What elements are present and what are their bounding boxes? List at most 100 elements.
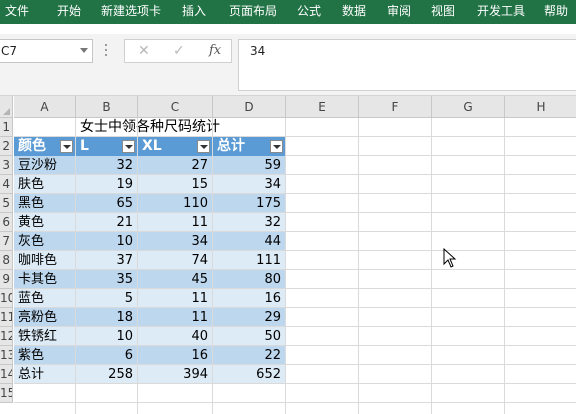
gridline-vertical (358, 118, 359, 414)
table-cell[interactable]: 黑色 (14, 194, 75, 212)
row-header-14[interactable]: 14 (0, 365, 13, 384)
row-header-1[interactable]: 1 (0, 118, 13, 137)
row-header-8[interactable]: 8 (0, 251, 13, 270)
select-all-corner[interactable] (0, 96, 13, 118)
name-box[interactable]: C7 (0, 39, 93, 63)
table-cell[interactable]: 35 (76, 270, 137, 288)
table-cell[interactable]: 32 (76, 156, 137, 174)
table-cell[interactable]: 5 (76, 289, 137, 307)
table-cell[interactable]: 6 (76, 346, 137, 364)
row-header-2[interactable]: 2 (0, 137, 13, 156)
table-cell[interactable]: 37 (76, 251, 137, 269)
tab-help[interactable]: 帮助 (544, 0, 568, 24)
table-cell[interactable]: 黄色 (14, 213, 75, 231)
column-header-f[interactable]: F (359, 96, 432, 118)
row-header-5[interactable]: 5 (0, 194, 13, 213)
row-header-12[interactable]: 12 (0, 327, 13, 346)
gridline-vertical (504, 118, 505, 414)
table-cell[interactable]: 铁锈红 (14, 327, 75, 345)
table-title[interactable]: 女士中领各种尺码统计 (14, 118, 286, 137)
column-header-g[interactable]: G (432, 96, 505, 118)
insert-function-icon[interactable]: fx (209, 40, 221, 62)
table-cell[interactable]: 15 (138, 175, 212, 193)
table-cell[interactable]: 11 (138, 289, 212, 307)
table-cell[interactable]: 50 (213, 327, 285, 345)
table-cell[interactable]: 蓝色 (14, 289, 75, 307)
table-cell[interactable]: 18 (76, 308, 137, 326)
column-header-a[interactable]: A (14, 96, 76, 118)
table-cell[interactable]: 16 (138, 346, 212, 364)
table-cell[interactable]: 74 (138, 251, 212, 269)
row-header-3[interactable]: 3 (0, 156, 13, 175)
cancel-icon[interactable]: ✕ (138, 40, 150, 62)
column-header-h[interactable]: H (505, 96, 576, 118)
chevron-down-icon[interactable] (80, 48, 88, 53)
enter-icon[interactable]: ✓ (173, 40, 185, 62)
table-cell[interactable]: 34 (213, 175, 285, 193)
drag-handle-icon[interactable] (105, 44, 107, 56)
table-cell[interactable]: 44 (213, 232, 285, 250)
table-cell[interactable]: 19 (76, 175, 137, 193)
table-cell[interactable]: 22 (213, 346, 285, 364)
tab-new-tab[interactable]: 新建选项卡 (101, 0, 161, 24)
table-cell[interactable]: 咖啡色 (14, 251, 75, 269)
filter-dropdown-icon[interactable] (60, 140, 73, 153)
tab-review[interactable]: 审阅 (387, 0, 411, 24)
row-header-10[interactable]: 10 (0, 289, 13, 308)
total-cell[interactable]: 394 (138, 365, 212, 383)
tab-formulas[interactable]: 公式 (297, 0, 321, 24)
table-cell[interactable]: 65 (76, 194, 137, 212)
table-cell[interactable]: 110 (138, 194, 212, 212)
table-cell[interactable]: 肤色 (14, 175, 75, 193)
table-cell[interactable]: 175 (213, 194, 285, 212)
tab-data[interactable]: 数据 (342, 0, 366, 24)
column-header-b[interactable]: B (76, 96, 138, 118)
row-header-11[interactable]: 11 (0, 308, 13, 327)
filter-dropdown-icon[interactable] (270, 140, 283, 153)
table-cell[interactable]: 40 (138, 327, 212, 345)
table-cell[interactable]: 80 (213, 270, 285, 288)
gridline-vertical (285, 118, 286, 414)
tab-page-layout[interactable]: 页面布局 (229, 0, 277, 24)
row-header-6[interactable]: 6 (0, 213, 13, 232)
gridline-vertical (431, 118, 432, 414)
column-header-e[interactable]: E (286, 96, 359, 118)
column-header-c[interactable]: C (138, 96, 213, 118)
table-cell[interactable]: 亮粉色 (14, 308, 75, 326)
table-cell[interactable]: 59 (213, 156, 285, 174)
tab-developer[interactable]: 开发工具 (477, 0, 525, 24)
table-cell[interactable]: 11 (138, 213, 212, 231)
table-cell[interactable]: 豆沙粉 (14, 156, 75, 174)
table-cell[interactable]: 10 (76, 232, 137, 250)
table-cell[interactable]: 21 (76, 213, 137, 231)
tab-file[interactable]: 文件 (5, 0, 29, 24)
column-header-d[interactable]: D (213, 96, 286, 118)
worksheet-grid[interactable]: 女士中领各种尺码统计 ABCDEFGH123456789101112131415… (0, 96, 576, 414)
total-cell[interactable]: 258 (76, 365, 137, 383)
table-cell[interactable]: 11 (138, 308, 212, 326)
table-cell[interactable]: 27 (138, 156, 212, 174)
filter-dropdown-icon[interactable] (122, 140, 135, 153)
table-cell[interactable]: 16 (213, 289, 285, 307)
row-header-13[interactable]: 13 (0, 346, 13, 365)
tab-home[interactable]: 开始 (57, 0, 81, 24)
table-cell[interactable]: 29 (213, 308, 285, 326)
row-header-9[interactable]: 9 (0, 270, 13, 289)
table-cell[interactable]: 卡其色 (14, 270, 75, 288)
row-header-15[interactable]: 15 (0, 384, 13, 403)
table-cell[interactable]: 10 (76, 327, 137, 345)
table-cell[interactable]: 45 (138, 270, 212, 288)
tab-insert[interactable]: 插入 (182, 0, 206, 24)
table-cell[interactable]: 灰色 (14, 232, 75, 250)
tab-view[interactable]: 视图 (431, 0, 455, 24)
total-cell[interactable]: 总计 (14, 365, 75, 383)
filter-dropdown-icon[interactable] (197, 140, 210, 153)
row-header-4[interactable]: 4 (0, 175, 13, 194)
formula-input[interactable]: 34 (238, 39, 576, 91)
row-header-7[interactable]: 7 (0, 232, 13, 251)
table-cell[interactable]: 111 (213, 251, 285, 269)
table-cell[interactable]: 32 (213, 213, 285, 231)
total-cell[interactable]: 652 (213, 365, 285, 383)
table-cell[interactable]: 紫色 (14, 346, 75, 364)
table-cell[interactable]: 34 (138, 232, 212, 250)
